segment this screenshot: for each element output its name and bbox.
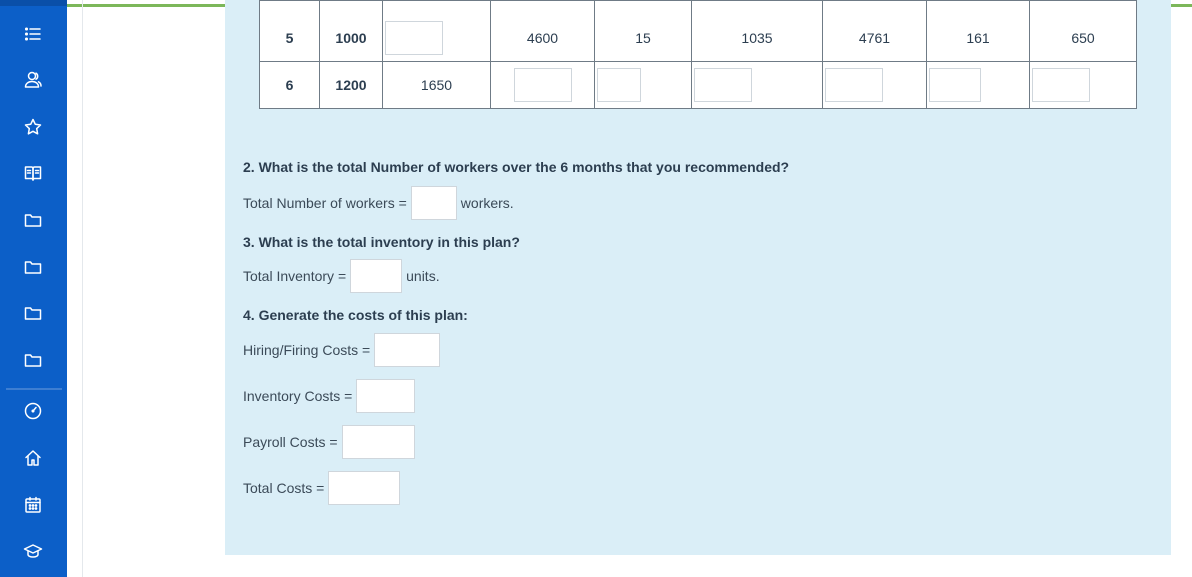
month-cell: 6 <box>259 61 320 109</box>
demand-cell: 1000 <box>319 0 383 62</box>
inventory-label: Total Inventory = <box>243 268 347 284</box>
users-icon[interactable] <box>14 63 52 97</box>
table-row: 6 1200 1650 <box>259 61 1137 109</box>
table-cell <box>594 61 692 109</box>
table-cell-input[interactable] <box>694 68 752 102</box>
table-cell-input[interactable] <box>825 68 883 102</box>
workers-input[interactable] <box>410 186 457 220</box>
list-icon[interactable] <box>14 17 52 51</box>
table-cell-input[interactable] <box>929 68 981 102</box>
folder-icon[interactable] <box>14 250 52 284</box>
calendar-icon[interactable] <box>14 488 52 522</box>
table-cell: 15 <box>594 0 692 62</box>
folder-icon[interactable] <box>14 343 52 377</box>
question-2-title: 2. What is the total Number of workers o… <box>243 159 790 175</box>
left-sidebar <box>0 0 67 577</box>
hiring-costs-input[interactable] <box>374 333 441 367</box>
inventory-input[interactable] <box>350 259 403 293</box>
table-cell <box>490 61 595 109</box>
workers-answer-row: Total Number of workers = workers. <box>243 186 514 220</box>
question-3-title: 3. What is the total inventory in this p… <box>243 234 520 250</box>
payroll-costs-input[interactable] <box>341 425 415 459</box>
payroll-costs-row: Payroll Costs = <box>243 425 419 459</box>
dashboard-gauge-icon[interactable] <box>14 394 52 428</box>
month-cell: 5 <box>259 0 320 62</box>
table-cell-input[interactable] <box>1032 68 1090 102</box>
graduation-cap-icon[interactable] <box>14 534 52 568</box>
table-cell <box>691 61 823 109</box>
sidebar-divider <box>6 388 62 390</box>
table-cell: 1650 <box>382 61 491 109</box>
table-cell: 650 <box>1029 0 1137 62</box>
table-cell: 4761 <box>822 0 927 62</box>
workers-unit: workers. <box>460 195 514 211</box>
table-cell <box>822 61 927 109</box>
inventory-answer-row: Total Inventory = units. <box>243 259 440 293</box>
total-costs-input[interactable] <box>328 471 401 505</box>
inventory-costs-label: Inventory Costs = <box>243 388 353 404</box>
inventory-costs-input[interactable] <box>356 379 416 413</box>
table-cell: 161 <box>926 0 1030 62</box>
inventory-unit: units. <box>406 268 440 284</box>
content-gutter <box>82 0 83 577</box>
hiring-costs-row: Hiring/Firing Costs = <box>243 333 444 367</box>
table-cell: 4600 <box>490 0 595 62</box>
sidebar-accent <box>0 0 67 6</box>
total-costs-row: Total Costs = <box>243 471 404 505</box>
folder-icon[interactable] <box>14 296 52 330</box>
table-cell <box>926 61 1030 109</box>
home-icon[interactable] <box>14 441 52 475</box>
table-cell <box>382 0 491 62</box>
table-cell-input[interactable] <box>385 21 443 55</box>
table-cell-input[interactable] <box>597 68 641 102</box>
production-plan-table: 5 1000 4600 15 1035 4761 161 650 6 1200 … <box>259 0 1137 109</box>
table-row: 5 1000 4600 15 1035 4761 161 650 <box>259 0 1137 62</box>
demand-cell: 1200 <box>319 61 383 109</box>
folder-icon[interactable] <box>14 203 52 237</box>
workers-label: Total Number of workers = <box>243 195 407 211</box>
table-cell: 1035 <box>691 0 823 62</box>
question-4-title: 4. Generate the costs of this plan: <box>243 307 468 323</box>
table-cell <box>1029 61 1137 109</box>
star-icon[interactable] <box>14 110 52 144</box>
payroll-costs-label: Payroll Costs = <box>243 434 338 450</box>
inventory-costs-row: Inventory Costs = <box>243 379 419 413</box>
total-costs-label: Total Costs = <box>243 480 325 496</box>
book-icon[interactable] <box>14 156 52 190</box>
hiring-costs-label: Hiring/Firing Costs = <box>243 342 371 358</box>
table-cell-input[interactable] <box>513 68 572 102</box>
